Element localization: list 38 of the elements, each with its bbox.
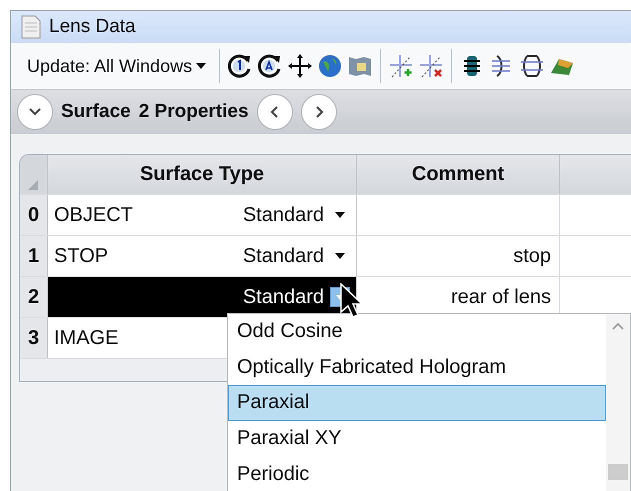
chevron-right-icon [314, 105, 324, 119]
column-header[interactable]: Surface Type [48, 155, 357, 194]
surface-type: Standard [242, 204, 324, 226]
surface-name: STOP [54, 244, 108, 268]
dropdown-option[interactable]: Periodic [228, 456, 606, 491]
element-icon[interactable] [519, 53, 546, 79]
comment-text: stop [513, 244, 551, 268]
window-title: Lens Data [49, 16, 136, 38]
column-header[interactable]: Comment [357, 155, 560, 194]
surface-type: Standard [242, 244, 324, 268]
surface-type-cell[interactable]: Standard [48, 277, 357, 317]
row-number: 3 [20, 318, 48, 358]
comment-text: rear of lens [450, 286, 551, 308]
delete-surface-icon[interactable] [418, 53, 444, 79]
properties-label: 2 Properties [138, 101, 249, 123]
chevron-down-icon [28, 107, 42, 117]
dropdown-option[interactable]: Paraxial XY [228, 420, 606, 456]
row-number: 1 [20, 236, 48, 276]
caret-icon [196, 63, 206, 69]
refresh-icon[interactable] [227, 53, 254, 79]
move-icon[interactable] [287, 53, 314, 79]
scrollbar-thumb[interactable] [608, 464, 628, 480]
scroll-up-icon[interactable] [611, 322, 625, 331]
globe-icon[interactable] [317, 53, 344, 79]
surface-type-cell[interactable]: OBJECT Standard [48, 195, 357, 235]
add-surface-icon[interactable] [388, 53, 414, 79]
document-icon [21, 15, 41, 39]
update-dropdown[interactable]: Update: All Windows [27, 56, 212, 76]
row-number: 0 [20, 195, 48, 235]
refresh-all-icon[interactable] [257, 53, 284, 79]
surface-type-cell[interactable]: STOP Standard [48, 236, 357, 276]
dropdown-option[interactable]: Paraxial [228, 385, 606, 421]
row-number: 2 [20, 277, 48, 317]
surface-name: OBJECT [54, 204, 133, 226]
surface-type: Standard [242, 286, 324, 308]
section-label: Surface [61, 101, 131, 123]
surface-name: IMAGE [54, 326, 118, 350]
chevron-left-icon [270, 105, 280, 119]
